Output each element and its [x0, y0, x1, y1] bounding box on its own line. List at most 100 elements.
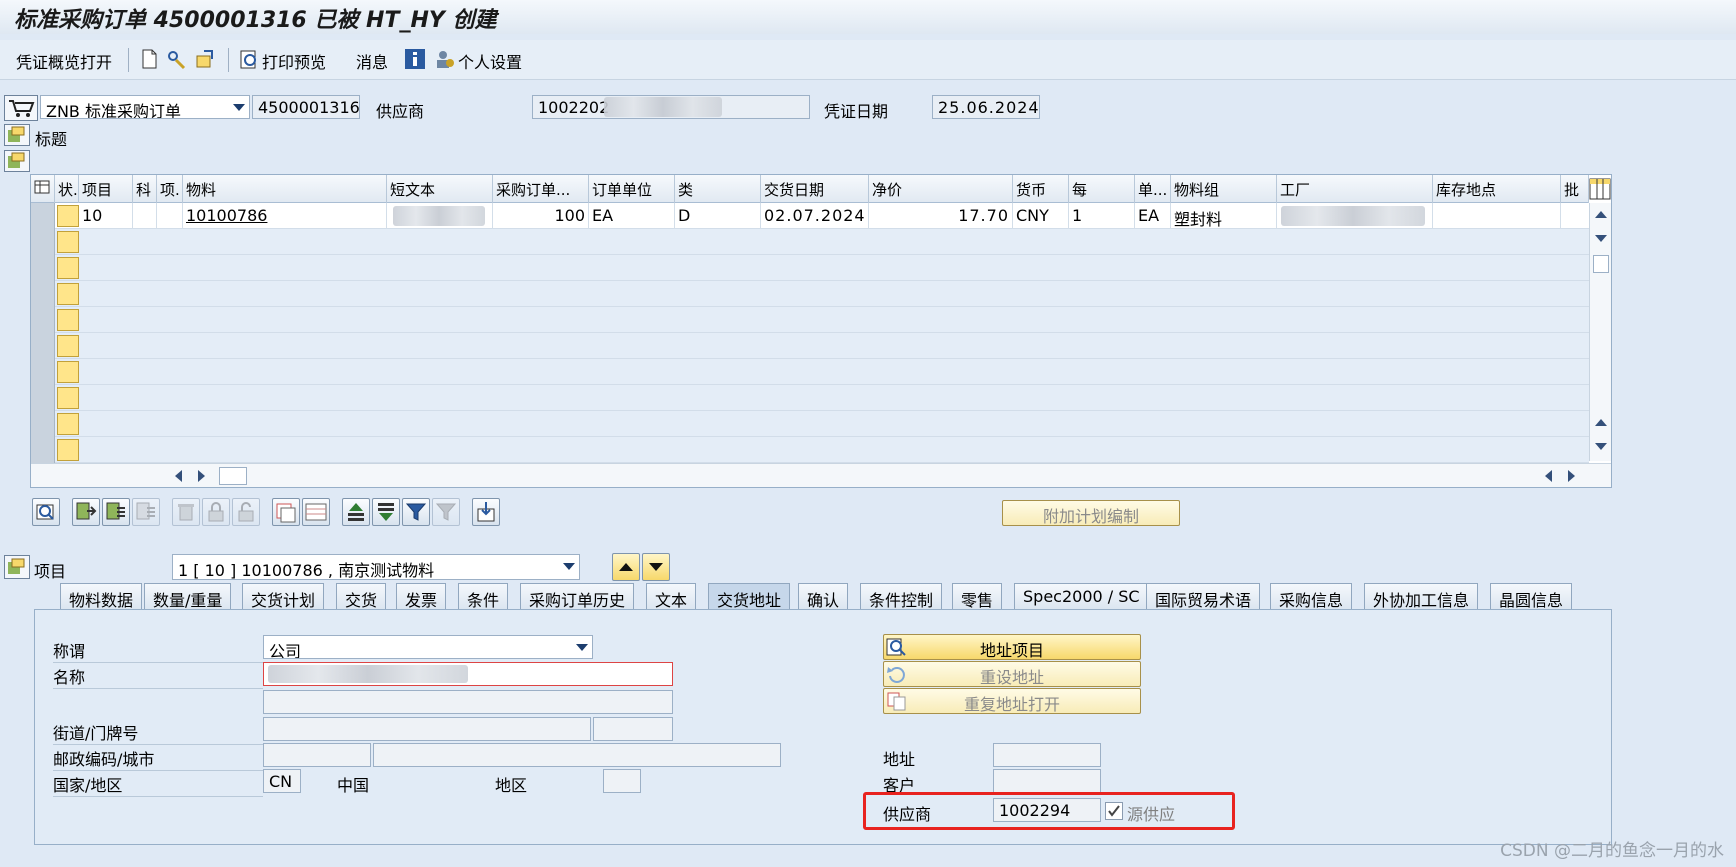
supplier-field[interactable]: 1002294 [993, 798, 1101, 822]
cell-storage-location[interactable] [1433, 203, 1561, 229]
street-field[interactable] [263, 717, 591, 741]
item-detail-toggle-icon[interactable] [4, 555, 30, 579]
tab-conditions[interactable]: 条件 [458, 583, 509, 610]
item-details-button[interactable] [32, 498, 60, 526]
doc-type-dropdown[interactable]: ZNB 标准采购订单 [40, 95, 250, 119]
copy-item-button[interactable] [72, 498, 100, 526]
table-row[interactable] [31, 385, 1589, 411]
col-net-price[interactable]: 净价 [869, 175, 1013, 203]
deselect-all-button[interactable] [302, 498, 330, 526]
col-material[interactable]: 物料 [183, 175, 387, 203]
messages-button[interactable]: 消息 [356, 49, 388, 73]
table-row[interactable] [31, 411, 1589, 437]
personal-settings-button[interactable]: 个人设置 [458, 49, 522, 73]
col-item-cat[interactable]: 项. [157, 175, 183, 203]
cell-category[interactable]: D [675, 203, 761, 229]
scroll-left-icon[interactable] [173, 470, 183, 482]
unlock-item-button[interactable] [232, 498, 260, 526]
col-storage-location[interactable]: 库存地点 [1433, 175, 1561, 203]
col-unit[interactable]: 单... [1135, 175, 1171, 203]
chevron-down-icon[interactable] [563, 563, 575, 570]
tab-incoterms[interactable]: 国际贸易术语 [1146, 583, 1261, 610]
print-preview-icon[interactable] [238, 48, 260, 70]
title-dropdown[interactable]: 公司 [263, 635, 593, 659]
table-row[interactable] [31, 255, 1589, 281]
sort-ascending-button[interactable] [342, 498, 370, 526]
cell-material-group[interactable]: 塑封料 [1171, 203, 1277, 229]
row-selector[interactable] [31, 333, 55, 359]
tab-invoice[interactable]: 发票 [396, 583, 447, 610]
vertical-scrollbar[interactable] [1589, 203, 1611, 461]
print-preview-button[interactable]: 打印预览 [262, 49, 326, 73]
customer-field[interactable] [993, 769, 1101, 793]
col-account[interactable]: 科 [133, 175, 157, 203]
col-order-unit[interactable]: 订单单位 [589, 175, 675, 203]
additional-planning-button[interactable]: 附加计划编制 [1002, 500, 1180, 526]
scroll-top-icon[interactable] [1595, 209, 1607, 219]
filter-button[interactable] [402, 498, 430, 526]
tab-delivery-schedule[interactable]: 交货计划 [242, 583, 325, 610]
other-document-icon[interactable] [194, 48, 216, 70]
po-number-field[interactable]: 4500001316 [252, 95, 360, 119]
tab-condition-control[interactable]: 条件控制 [860, 583, 943, 610]
table-row[interactable] [31, 359, 1589, 385]
col-delivery-date[interactable]: 交货日期 [761, 175, 869, 203]
cell-short-text[interactable] [387, 203, 493, 229]
personal-settings-icon[interactable] [434, 48, 456, 70]
display-change-icon[interactable] [166, 48, 188, 70]
row-selector[interactable] [31, 385, 55, 411]
table-row[interactable] [31, 437, 1589, 463]
house-number-field[interactable] [593, 717, 673, 741]
row-selector[interactable] [31, 281, 55, 307]
tab-texts[interactable]: 文本 [646, 583, 697, 610]
export-button[interactable] [472, 498, 500, 526]
shopping-cart-icon[interactable] [4, 95, 38, 121]
row-selector[interactable] [31, 307, 55, 333]
reset-address-button[interactable]: 重设地址 [883, 661, 1141, 687]
cell-item[interactable]: 10 [79, 203, 133, 229]
reopen-address-button[interactable]: 重复地址打开 [883, 688, 1141, 714]
table-row[interactable] [31, 307, 1589, 333]
col-category[interactable]: 类 [675, 175, 761, 203]
country-code-field[interactable]: CN [263, 769, 301, 793]
tab-material-data[interactable]: 物料数据 [60, 583, 143, 610]
cell-net-price[interactable]: 17.70 [869, 203, 1013, 229]
scroll-left-end-icon[interactable] [1543, 470, 1553, 482]
col-item[interactable]: 项目 [79, 175, 133, 203]
previous-item-button[interactable] [612, 553, 640, 581]
row-selector[interactable] [31, 229, 55, 255]
cell-unit[interactable]: EA [1135, 203, 1171, 229]
table-row[interactable] [31, 281, 1589, 307]
col-per[interactable]: 每 [1069, 175, 1135, 203]
column-layout-icon[interactable] [1589, 177, 1611, 201]
delete-filter-button[interactable] [432, 498, 460, 526]
scroll-up-icon[interactable] [1595, 417, 1607, 427]
item-selector-dropdown[interactable]: 1 [ 10 ] 10100786 , 南京测试物料 [172, 554, 580, 580]
tab-delivery[interactable]: 交货 [336, 583, 387, 610]
lock-item-button[interactable] [202, 498, 230, 526]
scroll-right-icon[interactable] [197, 470, 207, 482]
h-scroll-thumb[interactable] [219, 467, 247, 485]
tab-subcontracting[interactable]: 外协加工信息 [1364, 583, 1479, 610]
col-short-text[interactable]: 短文本 [387, 175, 493, 203]
horizontal-scrollbar[interactable] [31, 463, 1611, 487]
delete-item-button[interactable] [172, 498, 200, 526]
table-row[interactable] [31, 229, 1589, 255]
next-item-button[interactable] [642, 553, 670, 581]
cell-material-link[interactable]: 10100786 [183, 203, 387, 229]
tab-confirmations[interactable]: 确认 [798, 583, 849, 610]
row-selector[interactable] [31, 359, 55, 385]
cell-item-cat[interactable] [157, 203, 183, 229]
new-document-icon[interactable] [138, 48, 160, 70]
tab-purchasing-info[interactable]: 采购信息 [1270, 583, 1353, 610]
source-supply-checkbox[interactable] [1105, 802, 1123, 820]
row-selector[interactable] [31, 411, 55, 437]
col-currency[interactable]: 货币 [1013, 175, 1069, 203]
postal-code-field[interactable] [263, 743, 371, 767]
grid-config-icon[interactable] [31, 175, 55, 203]
address-number-field[interactable] [993, 743, 1101, 767]
region-field[interactable] [603, 769, 641, 793]
tab-po-history[interactable]: 采购订单历史 [520, 583, 635, 610]
tab-delivery-address[interactable]: 交货地址 [708, 583, 791, 610]
cell-po-qty[interactable]: 100 [493, 203, 589, 229]
